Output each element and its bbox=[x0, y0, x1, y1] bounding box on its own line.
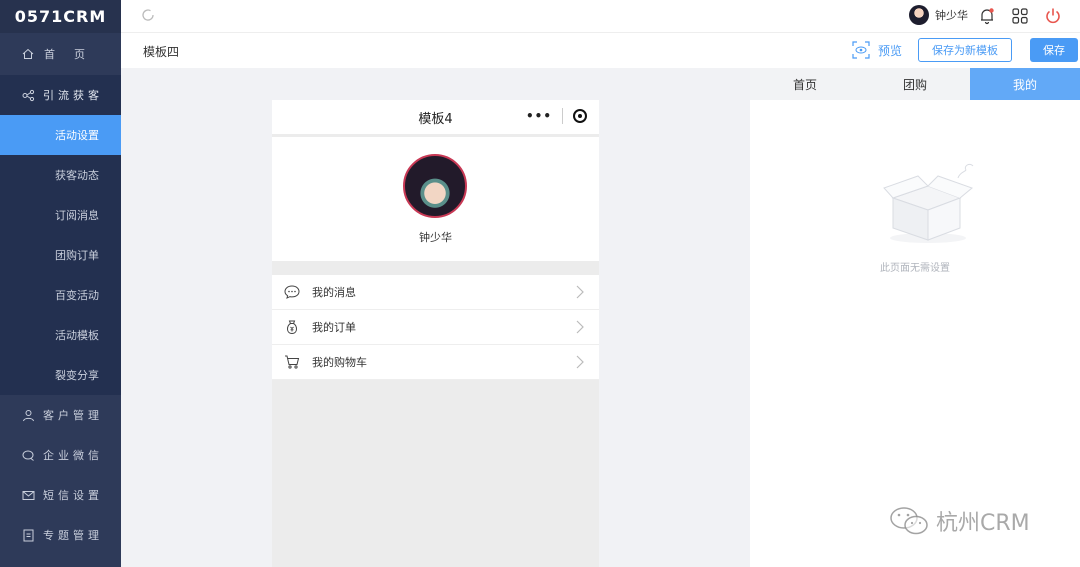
chevron-right-icon bbox=[576, 355, 584, 369]
share-icon bbox=[22, 89, 35, 101]
avatar bbox=[909, 5, 929, 25]
capsule-menu[interactable]: ••• bbox=[526, 108, 587, 124]
editor-toolbar: 模板四 预览 保存为新模板 保存 bbox=[121, 33, 1080, 68]
profile-menu: 我的消息 我的订单 我的购物车 bbox=[272, 275, 599, 380]
sidebar-item-variety-activities[interactable]: 百变活动 bbox=[0, 275, 121, 315]
sidebar-item-sms[interactable]: 短信设置 bbox=[0, 475, 121, 515]
sidebar-item-label: 专题管理 bbox=[43, 529, 103, 542]
menu-item-label: 我的购物车 bbox=[312, 356, 367, 369]
sidebar-group-traffic: 引流获客 活动设置 获客动态 订阅消息 团购订单 百变活动 活动模板 裂变分享 bbox=[0, 75, 121, 395]
chevron-right-icon bbox=[576, 285, 584, 299]
menu-item-label: 我的消息 bbox=[312, 286, 356, 299]
sidebar-item-group-orders[interactable]: 团购订单 bbox=[0, 235, 121, 275]
sidebar-item-topics[interactable]: 专题管理 bbox=[0, 515, 121, 555]
template-title: 模板四 bbox=[143, 45, 180, 59]
sidebar-item-activity-templates[interactable]: 活动模板 bbox=[0, 315, 121, 355]
save-as-new-template-button[interactable]: 保存为新模板 bbox=[918, 38, 1012, 62]
sidebar-item-subscriptions[interactable]: 订阅消息 bbox=[0, 195, 121, 235]
grid-icon[interactable] bbox=[1011, 7, 1029, 25]
empty-state-text: 此页面无需设置 bbox=[880, 263, 950, 274]
watermark-text: 杭州CRM bbox=[936, 511, 1030, 536]
cart-icon bbox=[285, 355, 300, 369]
menu-item-cart[interactable]: 我的购物车 bbox=[272, 345, 599, 380]
capsule-divider bbox=[562, 108, 563, 124]
menu-item-messages[interactable]: 我的消息 bbox=[272, 275, 599, 310]
chevron-right-icon bbox=[576, 320, 584, 334]
document-icon bbox=[23, 529, 34, 541]
sidebar-item-label: 短信设置 bbox=[43, 489, 103, 502]
user-icon bbox=[23, 409, 34, 421]
chat-icon bbox=[22, 450, 34, 461]
profile-card: 钟少华 bbox=[272, 137, 599, 261]
sidebar-item-label: 引流获客 bbox=[43, 89, 103, 102]
mail-icon bbox=[22, 490, 35, 500]
sidebar-item-label: 企业微信 bbox=[43, 449, 103, 462]
sidebar-item-traffic[interactable]: 引流获客 bbox=[0, 75, 121, 115]
sidebar-item-label: 客户管理 bbox=[43, 409, 103, 422]
save-button[interactable]: 保存 bbox=[1030, 38, 1078, 62]
avatar bbox=[403, 154, 467, 218]
sidebar-item-activity-settings[interactable]: 活动设置 bbox=[0, 115, 121, 155]
page-title: 模板4 bbox=[418, 111, 453, 127]
app-logo: 0571CRM bbox=[0, 0, 121, 33]
page-settings-panel: 首页 团购 我的 此页面无需设置 bbox=[750, 68, 1080, 567]
page-tabs: 首页 团购 我的 bbox=[750, 68, 1080, 100]
sidebar-item-home[interactable]: 首 页 bbox=[0, 33, 121, 75]
sidebar-item-label: 首 页 bbox=[44, 48, 89, 61]
empty-box-icon bbox=[883, 163, 974, 243]
more-icon[interactable]: ••• bbox=[526, 109, 552, 123]
preview-button[interactable]: 预览 bbox=[852, 41, 902, 59]
message-icon bbox=[284, 285, 300, 299]
power-icon[interactable] bbox=[1044, 7, 1062, 25]
menu-item-orders[interactable]: 我的订单 bbox=[272, 310, 599, 345]
mobile-preview: 模板4 ••• 钟少华 我的消息 我的订单 我的购物车 bbox=[272, 100, 599, 567]
sidebar-item-customer-feed[interactable]: 获客动态 bbox=[0, 155, 121, 195]
sidebar-item-customers[interactable]: 客户管理 bbox=[0, 395, 121, 435]
money-bag-icon bbox=[287, 320, 297, 335]
close-target-icon[interactable] bbox=[573, 109, 587, 123]
sidebar: 0571CRM 首 页 引流获客 活动设置 获客动态 订阅消息 团购订单 百变活… bbox=[0, 0, 121, 567]
user-name: 钟少华 bbox=[935, 9, 968, 22]
mini-program-navbar: 模板4 ••• bbox=[272, 100, 599, 134]
sidebar-item-wecom[interactable]: 企业微信 bbox=[0, 435, 121, 475]
top-header: 钟少华 bbox=[121, 0, 1080, 33]
tab-mine[interactable]: 我的 bbox=[970, 68, 1080, 100]
preview-label: 预览 bbox=[877, 43, 902, 58]
wechat-icon bbox=[890, 507, 928, 535]
user-menu[interactable]: 钟少华 bbox=[909, 5, 968, 25]
profile-name: 钟少华 bbox=[419, 231, 452, 244]
tab-home[interactable]: 首页 bbox=[750, 68, 860, 100]
preview-icon bbox=[852, 41, 870, 59]
menu-item-label: 我的订单 bbox=[312, 321, 356, 334]
sidebar-item-fission-share[interactable]: 裂变分享 bbox=[0, 355, 121, 395]
watermark: 杭州CRM bbox=[888, 505, 1030, 537]
bell-icon[interactable] bbox=[978, 7, 996, 25]
refresh-icon[interactable] bbox=[141, 8, 155, 22]
home-icon bbox=[22, 48, 34, 59]
tab-group-buy[interactable]: 团购 bbox=[860, 68, 970, 100]
